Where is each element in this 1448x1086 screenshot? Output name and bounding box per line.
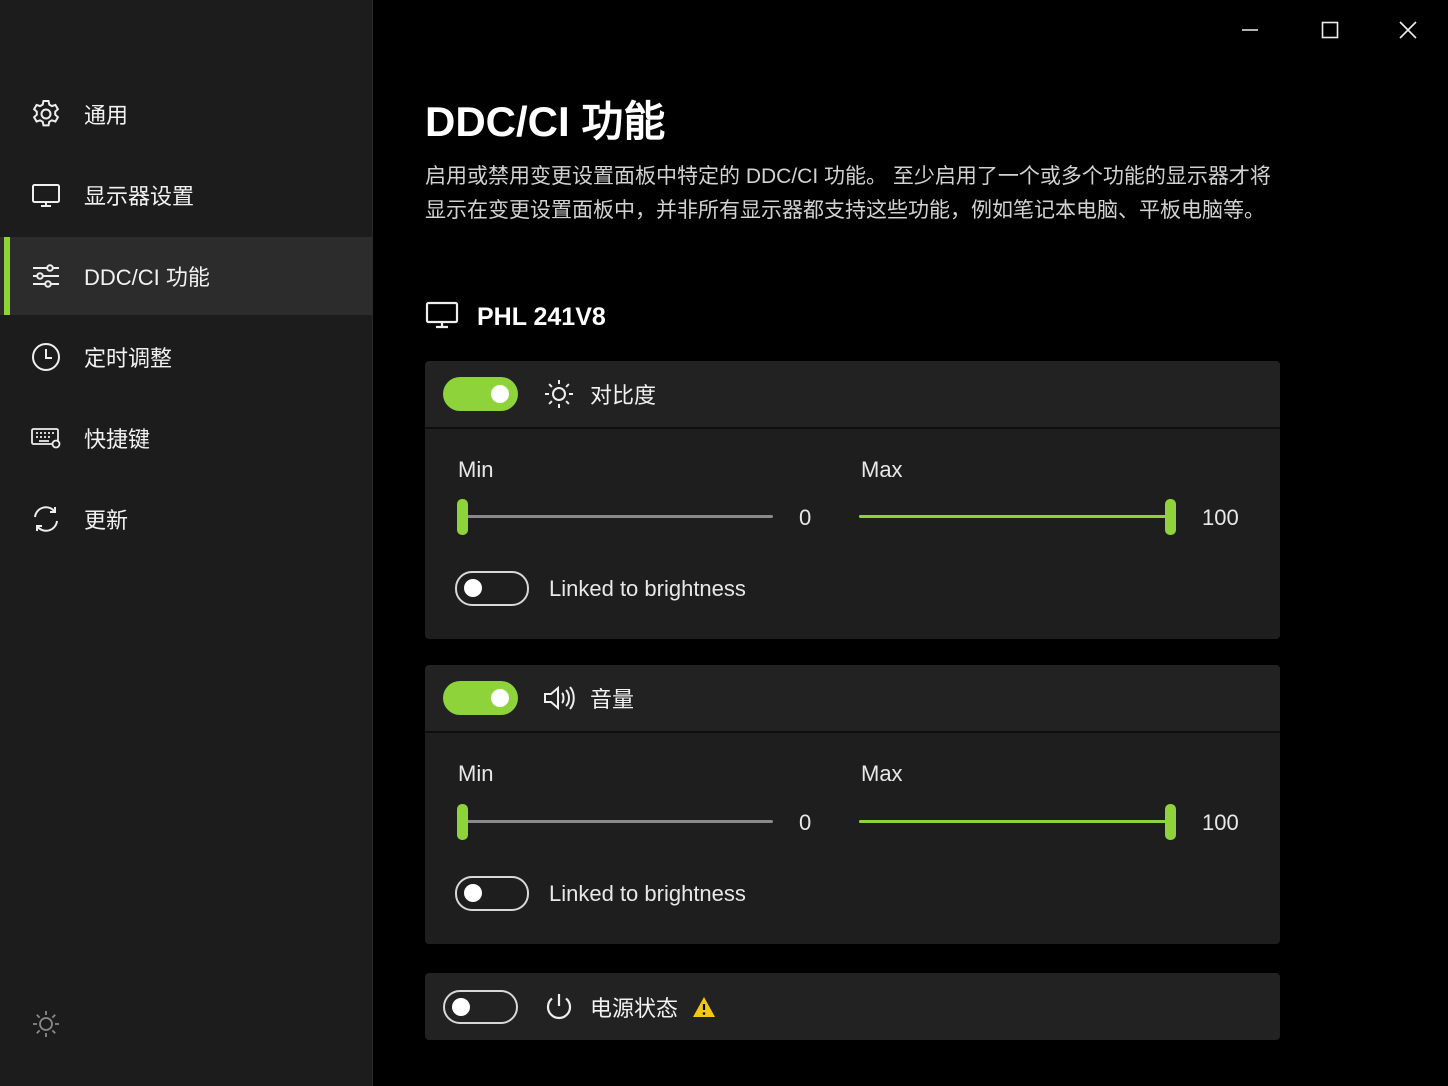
max-label: Max — [861, 457, 903, 482]
clock-icon — [30, 341, 62, 373]
feature-body: Min Max 0 100 Linked to brightness — [425, 429, 1280, 637]
contrast-max-slider[interactable] — [859, 497, 1176, 537]
close-button[interactable] — [1388, 10, 1428, 50]
monitor-header: PHL 241V8 — [425, 300, 606, 335]
slider-fill — [859, 820, 1170, 823]
feature-body: Min Max 0 100 Linked to brightness — [425, 733, 1280, 941]
refresh-icon — [30, 503, 62, 535]
close-icon — [1399, 21, 1417, 39]
slider-track — [462, 515, 773, 518]
sidebar-item-label: 通用 — [84, 102, 129, 128]
feature-card-volume: 音量 Min Max 0 100 Linked to brightness — [425, 665, 1280, 944]
maximize-button[interactable] — [1310, 10, 1350, 50]
slider-thumb[interactable] — [1165, 499, 1176, 535]
sidebar-item-ddcci[interactable]: DDC/CI 功能 — [0, 237, 372, 315]
sidebar-item-hotkeys[interactable]: 快捷键 — [0, 399, 372, 477]
max-value: 100 — [1202, 810, 1239, 835]
volume-enable-toggle[interactable] — [443, 681, 518, 715]
contrast-linked-toggle[interactable] — [455, 571, 529, 606]
feature-label: 音量 — [590, 687, 635, 712]
sidebar-item-display-settings[interactable]: 显示器设置 — [0, 156, 372, 234]
feature-label: 电源状态 — [590, 995, 679, 1021]
linked-row: Linked to brightness — [455, 571, 746, 606]
sidebar-item-update[interactable]: 更新 — [0, 480, 372, 558]
minimize-icon — [1242, 29, 1258, 31]
feature-header: 电源状态 — [425, 973, 1280, 1040]
volume-min-slider[interactable] — [457, 802, 773, 842]
sidebar-item-label: 显示器设置 — [84, 184, 195, 209]
sidebar-item-general[interactable]: 通用 — [0, 74, 372, 153]
monitor-name: PHL 241V8 — [477, 303, 606, 331]
gear-icon — [30, 98, 62, 130]
sidebar-item-label: 定时调整 — [84, 346, 173, 371]
keyboard-icon — [30, 422, 62, 454]
toggle-knob — [464, 884, 482, 902]
sidebar-item-schedule[interactable]: 定时调整 — [0, 318, 372, 396]
sidebar-item-label: DDC/CI 功能 — [84, 265, 210, 290]
feature-card-contrast: 对比度 Min Max 0 100 Linked to brightness — [425, 361, 1280, 639]
theme-toggle-button[interactable] — [30, 1008, 62, 1040]
toggle-knob — [464, 579, 482, 597]
sliders-icon — [30, 260, 62, 292]
slider-track — [462, 820, 773, 823]
warning-icon[interactable] — [692, 996, 716, 1018]
volume-max-slider[interactable] — [859, 802, 1176, 842]
toggle-knob — [491, 385, 509, 403]
sidebar-item-label: 更新 — [84, 508, 129, 533]
sun-icon — [542, 377, 576, 411]
volume-linked-toggle[interactable] — [455, 876, 529, 911]
toggle-knob — [452, 997, 470, 1016]
slider-thumb[interactable] — [457, 499, 468, 535]
min-value: 0 — [799, 505, 812, 530]
feature-card-power: 电源状态 — [425, 973, 1280, 1040]
max-value: 100 — [1202, 505, 1239, 530]
min-label: Min — [458, 457, 494, 482]
max-label: Max — [861, 761, 903, 786]
sidebar: 通用 显示器设置 DDC/CI 功能 定时调整 快捷键 更新 — [0, 0, 373, 1086]
monitor-icon — [425, 300, 459, 335]
min-value: 0 — [799, 810, 812, 835]
linked-label: Linked to brightness — [549, 880, 746, 906]
maximize-icon — [1321, 21, 1339, 39]
linked-label: Linked to brightness — [549, 575, 746, 601]
sun-icon — [30, 1011, 62, 1044]
toggle-knob — [491, 689, 509, 707]
min-label: Min — [458, 761, 494, 786]
linked-row: Linked to brightness — [455, 876, 746, 911]
power-icon — [542, 990, 576, 1024]
speaker-icon — [542, 681, 576, 715]
feature-header: 音量 — [425, 665, 1280, 733]
sidebar-nav: 通用 显示器设置 DDC/CI 功能 定时调整 快捷键 更新 — [0, 74, 372, 558]
feature-label: 对比度 — [590, 383, 657, 408]
slider-fill — [859, 515, 1170, 518]
page-title: DDC/CI 功能 — [425, 98, 666, 145]
slider-thumb[interactable] — [457, 804, 468, 840]
sidebar-item-label: 快捷键 — [84, 427, 151, 452]
feature-header: 对比度 — [425, 361, 1280, 429]
monitor-icon — [30, 179, 62, 211]
contrast-min-slider[interactable] — [457, 497, 773, 537]
page-description: 启用或禁用变更设置面板中特定的 DDC/CI 功能。 至少启用了一个或多个功能的… — [425, 165, 1271, 222]
slider-thumb[interactable] — [1165, 804, 1176, 840]
power-enable-toggle[interactable] — [443, 989, 518, 1024]
minimize-button[interactable] — [1230, 10, 1270, 50]
contrast-enable-toggle[interactable] — [443, 377, 518, 411]
